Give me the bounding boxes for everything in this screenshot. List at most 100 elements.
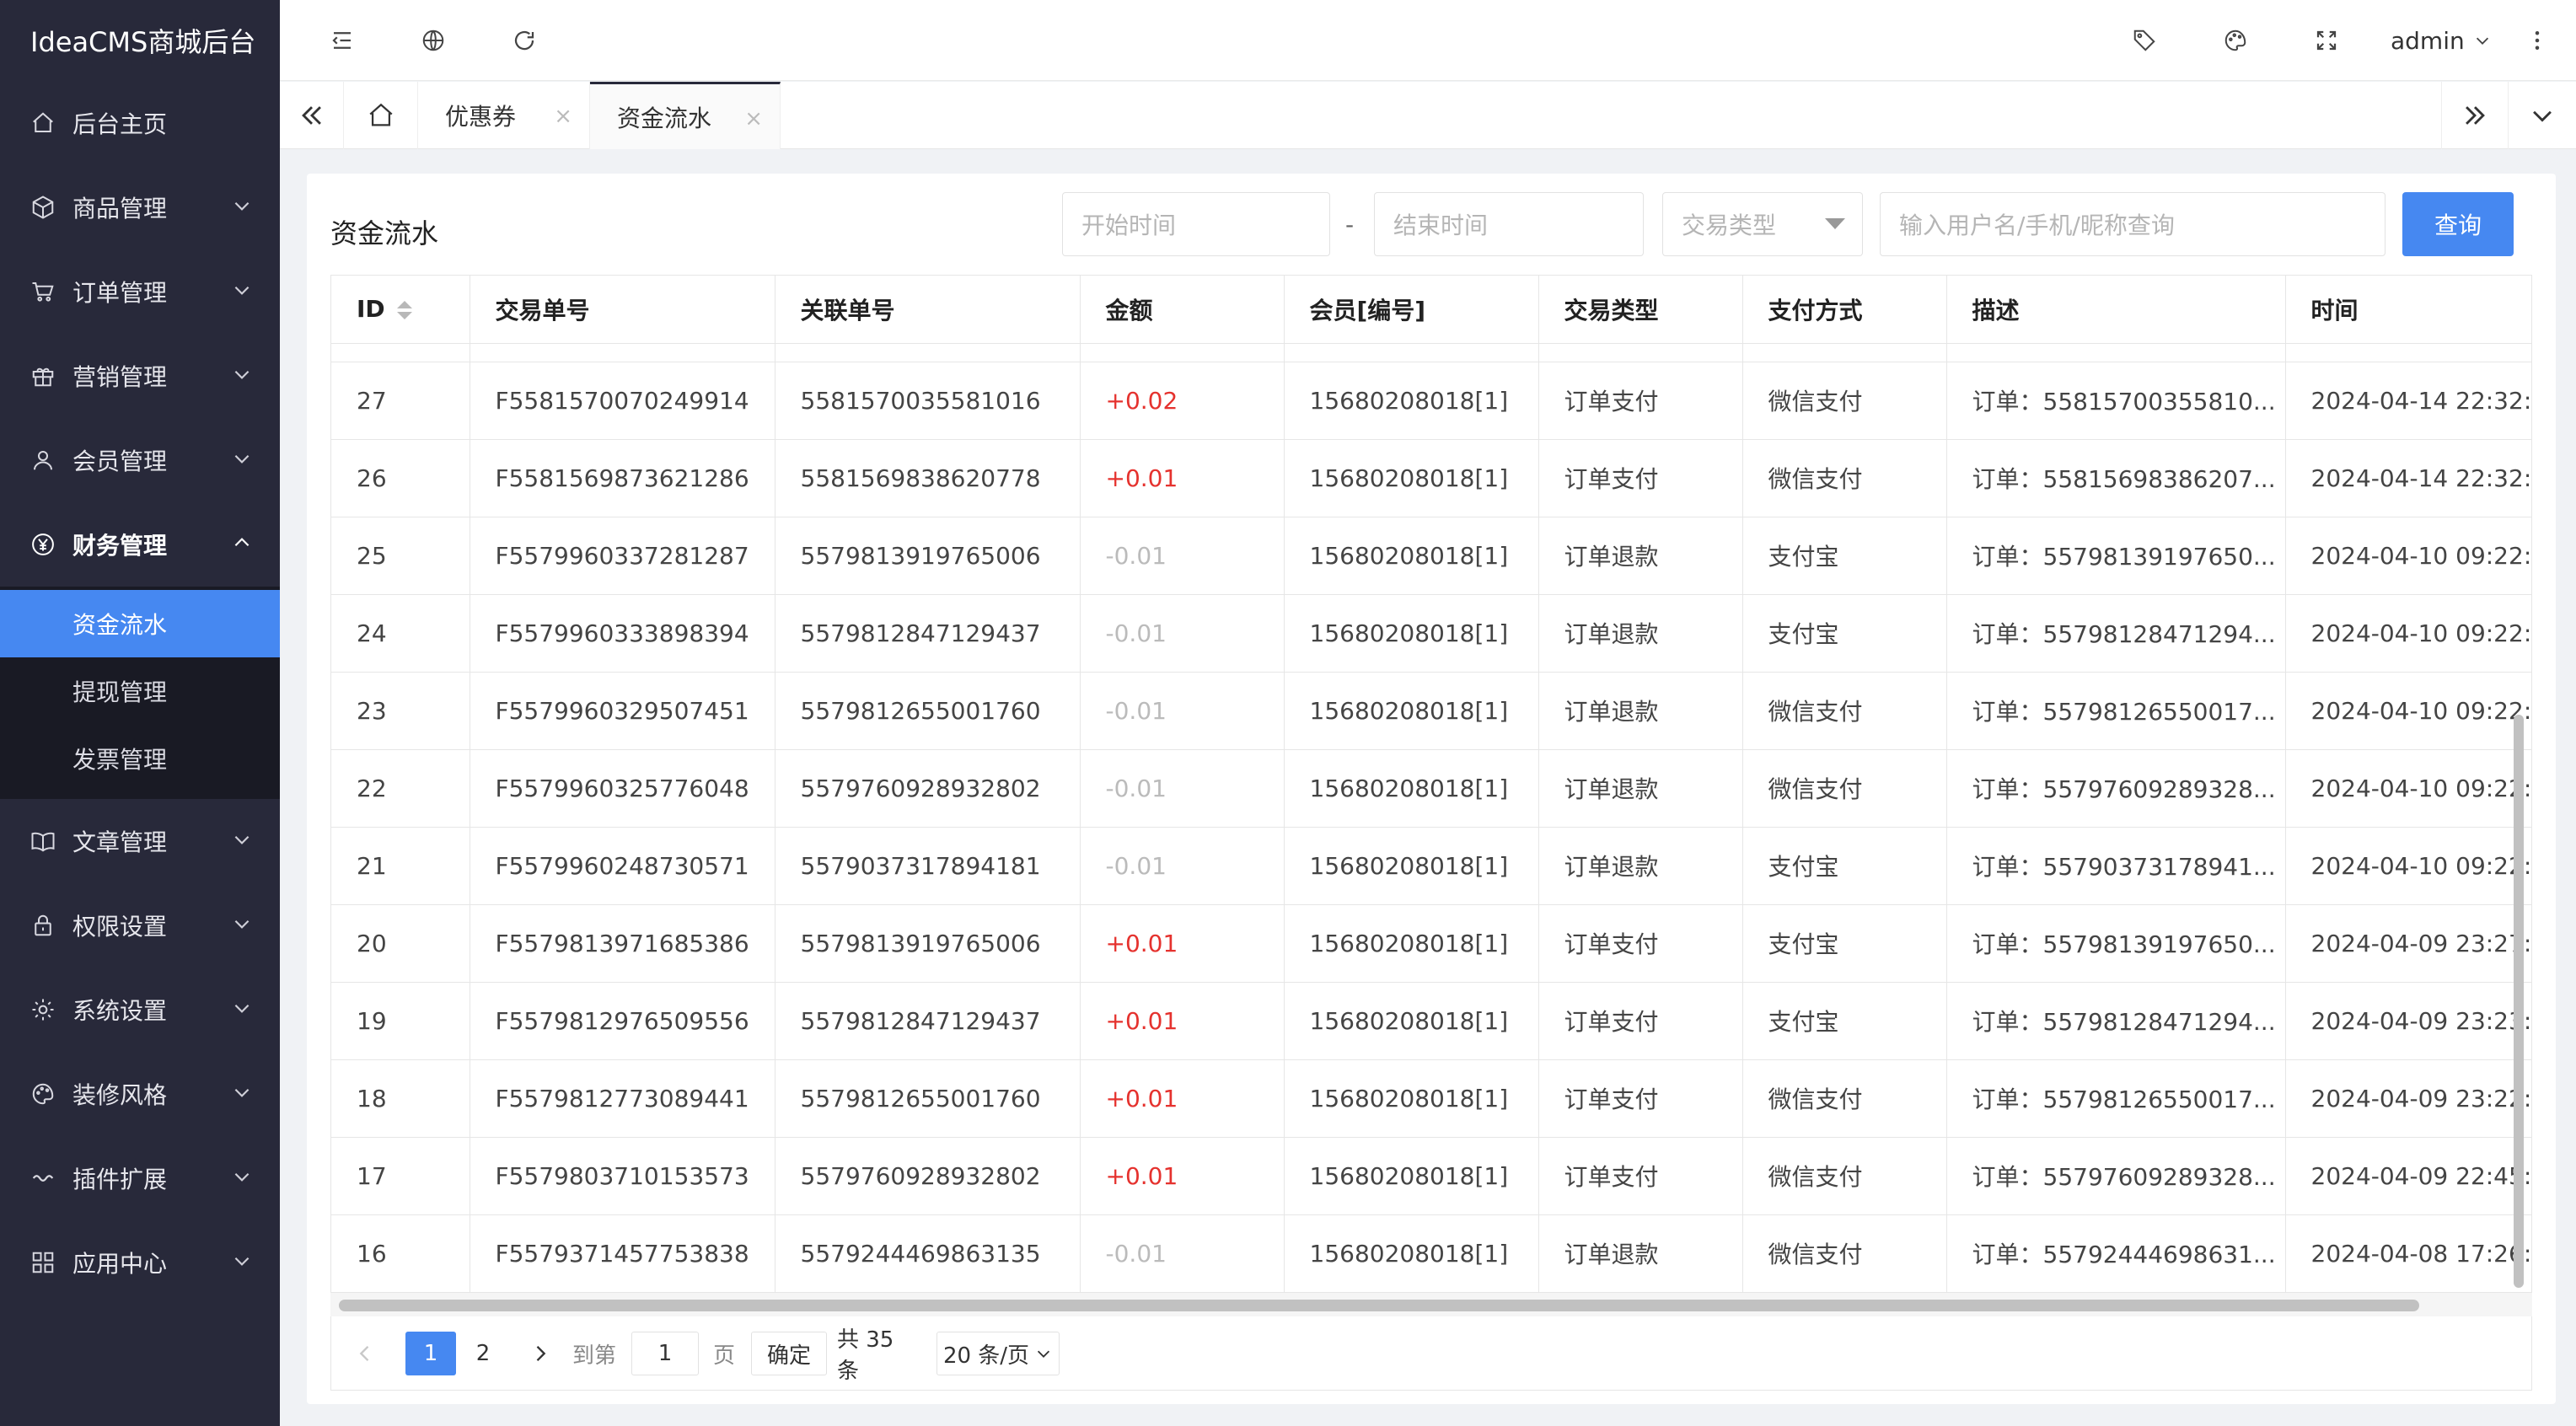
page-2-button[interactable]: 2 xyxy=(461,1332,505,1375)
cell-trade-type: 订单退款 xyxy=(1538,1214,1743,1293)
sidebar-item-members[interactable]: 会员管理 xyxy=(0,418,280,502)
cell-trade-no: F5579960337281287 xyxy=(470,517,775,595)
close-icon[interactable]: × xyxy=(554,104,572,129)
next-page-button[interactable] xyxy=(518,1332,562,1375)
table-row[interactable]: 18 F5579812773089441 5579812655001760 +0.01… xyxy=(331,1059,2531,1138)
cell-related-no: 5579812655001760 xyxy=(775,672,1081,750)
sidebar-item-plugins[interactable]: 插件扩展 xyxy=(0,1136,280,1220)
cell-id: 17 xyxy=(331,1137,470,1215)
sidebar-item-permissions[interactable]: 权限设置 xyxy=(0,883,280,968)
cell-description: 订单：55797609289328... xyxy=(1946,749,2286,828)
table-row-partial xyxy=(331,343,2531,362)
table-row[interactable]: 27 F5581570070249914 5581570035581016 +0.02… xyxy=(331,362,2531,440)
cell-trade-type: 订单支付 xyxy=(1538,1137,1743,1215)
table-row[interactable]: 17 F5579803710153573 5579760928932802 +0.01… xyxy=(331,1137,2531,1215)
sidebar-item-label: 权限设置 xyxy=(72,913,168,941)
cell-time: 2024-04-08 17:26: xyxy=(2285,1214,2531,1293)
sidebar-item-finance[interactable]: 财务管理 xyxy=(0,502,280,587)
finance-submenu: 资金流水 提现管理 发票管理 xyxy=(0,587,280,799)
table-header-row: ID 交易单号 关联单号 金额 会员[编号] 交易类型 支付方式 描述 时间 xyxy=(331,276,2531,344)
page-unit-label: 页 xyxy=(712,1343,735,1369)
cell-time: 2024-04-10 09:22: xyxy=(2285,749,2531,828)
collapse-menu-button[interactable] xyxy=(325,24,359,57)
sidebar-subitem-withdraw[interactable]: 提现管理 xyxy=(0,657,280,725)
cell-related-no: 5579760928932802 xyxy=(775,749,1081,828)
vertical-scrollbar[interactable] xyxy=(2514,715,2524,1288)
user-search-input[interactable]: 输入用户名/手机/昵称查询 xyxy=(1880,192,2385,256)
cell-related-no: 5579812655001760 xyxy=(775,1059,1081,1138)
trade-type-select[interactable]: 交易类型 xyxy=(1662,192,1863,256)
cell-trade-no: F5579960329507451 xyxy=(470,672,775,750)
table-row[interactable]: 20 F5579813971685386 5579813919765006 +0.01… xyxy=(331,904,2531,983)
language-button[interactable] xyxy=(416,24,450,57)
page-size-select[interactable]: 20 条/页 xyxy=(936,1332,1060,1375)
sidebar-item-orders[interactable]: 订单管理 xyxy=(0,249,280,334)
sidebar-item-goods[interactable]: 商品管理 xyxy=(0,165,280,249)
cell-pay-method: 支付宝 xyxy=(1742,594,1947,673)
table-row[interactable]: 22 F5579960325776048 5579760928932802 -0.01… xyxy=(331,749,2531,828)
column-header-id[interactable]: ID xyxy=(331,276,470,344)
table-row[interactable]: 21 F5579960248730571 5579037317894181 -0.01… xyxy=(331,827,2531,905)
cell-id: 21 xyxy=(331,827,470,905)
cell-amount: -0.01 xyxy=(1080,827,1285,905)
goto-confirm-button[interactable]: 确定 xyxy=(751,1332,827,1375)
table-row[interactable]: 24 F5579960333898394 5579812847129437 -0.01… xyxy=(331,594,2531,673)
prev-page-button[interactable] xyxy=(343,1332,387,1375)
sidebar-item-label: 财务管理 xyxy=(72,532,168,560)
refresh-button[interactable] xyxy=(507,24,541,57)
end-time-input[interactable]: 结束时间 xyxy=(1374,192,1644,256)
cell-amount: +0.01 xyxy=(1080,1059,1285,1138)
sort-icon[interactable] xyxy=(396,301,412,320)
app-logo: IdeaCMS商城后台 xyxy=(30,26,256,58)
tab-fund-flow[interactable]: 资金流水 × xyxy=(590,82,781,149)
sidebar-item-apps[interactable]: 应用中心 xyxy=(0,1220,280,1305)
column-header-related-no: 关联单号 xyxy=(775,276,1081,344)
user-menu[interactable]: admin xyxy=(2391,20,2492,61)
sidebar-item-home[interactable]: 后台主页 xyxy=(0,81,280,165)
cell-id: 25 xyxy=(331,517,470,595)
column-header-description: 描述 xyxy=(1946,276,2286,344)
refresh-icon xyxy=(514,30,534,51)
tab-scroll-left-button[interactable] xyxy=(280,82,344,149)
table-row[interactable]: 26 F5581569873621286 5581569838620778 +0.01… xyxy=(331,439,2531,517)
sidebar-item-system[interactable]: 系统设置 xyxy=(0,968,280,1052)
table-row[interactable]: 16 F5579371457753838 5579244469863135 -0.01… xyxy=(331,1214,2531,1293)
sidebar-item-articles[interactable]: 文章管理 xyxy=(0,799,280,883)
cell-trade-no: F5579960325776048 xyxy=(470,749,775,828)
horizontal-scrollbar[interactable] xyxy=(339,1300,2419,1311)
sidebar-subitem-invoice[interactable]: 发票管理 xyxy=(0,725,280,792)
theme-button[interactable] xyxy=(2219,24,2252,57)
tab-coupon[interactable]: 优惠券 × xyxy=(418,82,590,149)
sidebar-item-label: 商品管理 xyxy=(72,195,168,222)
cell-amount: -0.01 xyxy=(1080,749,1285,828)
table-row[interactable]: 25 F5579960337281287 5579813919765006 -0.01… xyxy=(331,517,2531,595)
tab-scroll-right-button[interactable] xyxy=(2441,82,2509,149)
fullscreen-button[interactable] xyxy=(2310,24,2343,57)
cell-trade-type: 订单退款 xyxy=(1538,517,1743,595)
query-button[interactable]: 查询 xyxy=(2402,192,2514,256)
goto-page-input[interactable]: 1 xyxy=(631,1332,699,1375)
cell-description: 订单：55797609289328... xyxy=(1946,1137,2286,1215)
cell-trade-type: 订单支付 xyxy=(1538,362,1743,440)
cell-member: 15680208018[1] xyxy=(1284,672,1539,750)
start-time-input[interactable]: 开始时间 xyxy=(1062,192,1330,256)
sidebar-item-theme[interactable]: 装修风格 xyxy=(0,1052,280,1136)
fullscreen-icon xyxy=(2316,30,2337,51)
close-icon[interactable]: × xyxy=(744,106,763,131)
tab-menu-dropdown[interactable] xyxy=(2509,82,2576,149)
home-icon xyxy=(33,112,53,132)
sidebar-subitem-fund-flow[interactable]: 资金流水 xyxy=(0,590,280,657)
sidebar-item-marketing[interactable]: 营销管理 xyxy=(0,334,280,418)
cell-amount: -0.01 xyxy=(1080,672,1285,750)
table-row[interactable]: 19 F5579812976509556 5579812847129437 +0.01… xyxy=(331,982,2531,1060)
cell-amount: +0.02 xyxy=(1080,362,1285,440)
tab-home[interactable] xyxy=(344,82,418,149)
cell-related-no: 5579760928932802 xyxy=(775,1137,1081,1215)
table-row[interactable]: 23 F5579960329507451 5579812655001760 -0.01… xyxy=(331,672,2531,750)
tag-button[interactable] xyxy=(2128,24,2161,57)
cell-id: 22 xyxy=(331,749,470,828)
user-icon xyxy=(34,451,52,470)
more-button[interactable] xyxy=(2520,24,2554,57)
page-1-button[interactable]: 1 xyxy=(405,1332,456,1375)
cell-trade-type: 订单退款 xyxy=(1538,594,1743,673)
